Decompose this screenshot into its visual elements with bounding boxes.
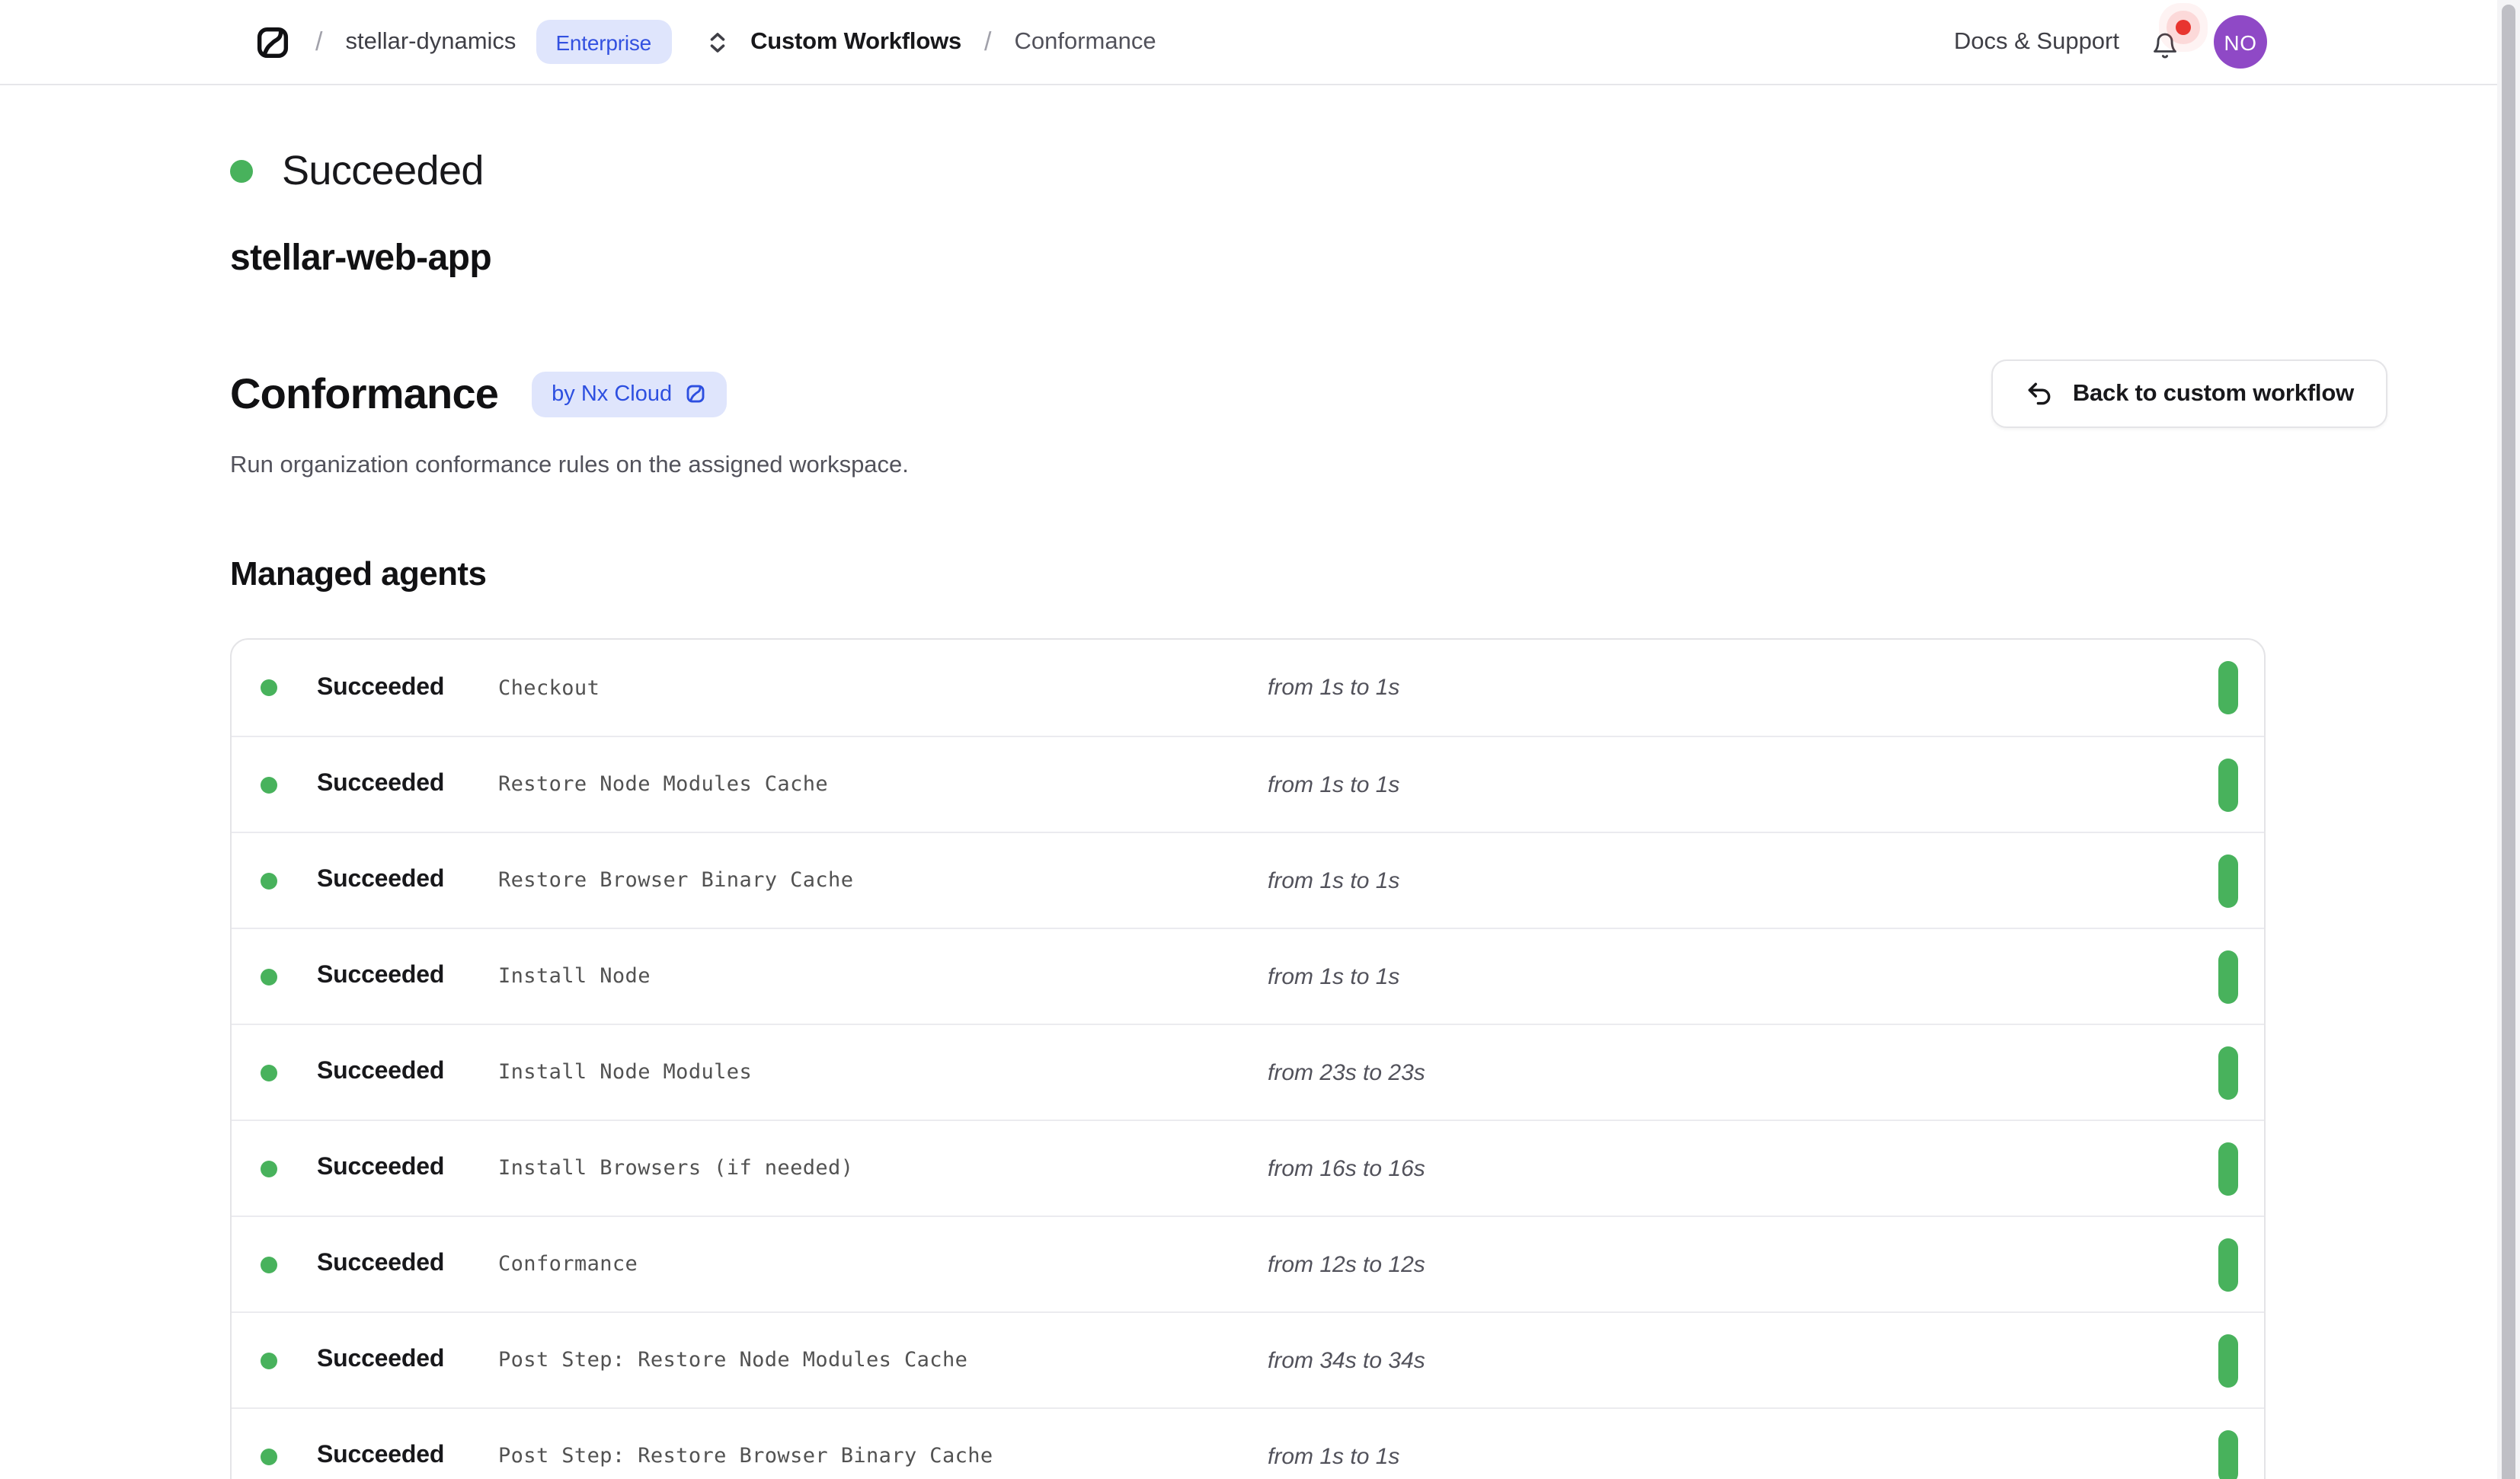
status-dot-icon	[261, 872, 277, 889]
page-title: stellar-web-app	[230, 238, 2387, 280]
agent-row[interactable]: Succeeded Checkout from 1s to 1s	[232, 640, 2264, 736]
agent-duration-bar	[2218, 1142, 2238, 1195]
agent-step-name: Post Step: Restore Node Modules Cache	[498, 1348, 1268, 1372]
main-content: Succeeded stellar-web-app Conformance by…	[0, 85, 2520, 1479]
breadcrumb-separator: /	[981, 27, 994, 57]
managed-agents-list: Succeeded Checkout from 1s to 1s Succeed…	[230, 638, 2266, 1479]
nx-cloud-logo-icon	[684, 382, 707, 405]
workflow-title: Conformance	[230, 368, 498, 420]
breadcrumb-org[interactable]: stellar-dynamics	[345, 28, 516, 56]
breadcrumb-separator: /	[312, 27, 325, 57]
agent-step-name: Restore Node Modules Cache	[498, 772, 1268, 797]
breadcrumb-section[interactable]: Custom Workflows	[750, 28, 961, 56]
agent-status: Succeeded	[317, 1346, 498, 1374]
agent-timing: from 16s to 16s	[1268, 1155, 1425, 1181]
agent-status: Succeeded	[317, 1059, 498, 1086]
top-nav: / stellar-dynamics Enterprise Custom Wor…	[0, 0, 2520, 85]
agent-duration-bar	[2218, 1238, 2238, 1291]
back-to-custom-workflow-button[interactable]: Back to custom workflow	[1992, 359, 2387, 428]
agent-step-name: Install Node	[498, 964, 1268, 989]
agent-row[interactable]: Succeeded Install Node Modules from 23s …	[232, 1024, 2264, 1120]
status-dot-icon	[261, 968, 277, 985]
scrollbar-track[interactable]	[2497, 0, 2520, 1479]
breadcrumb: / stellar-dynamics Enterprise Custom Wor…	[253, 20, 1156, 64]
agent-status: Succeeded	[317, 963, 498, 990]
agent-row[interactable]: Succeeded Conformance from 12s to 12s	[232, 1215, 2264, 1311]
agent-status: Succeeded	[317, 1251, 498, 1278]
scrollbar-thumb[interactable]	[2502, 5, 2515, 1479]
notification-dot	[2176, 19, 2191, 34]
agent-duration-bar	[2218, 758, 2238, 811]
agent-timing: from 34s to 34s	[1268, 1347, 1425, 1373]
agent-timing: from 1s to 1s	[1268, 963, 1399, 989]
agent-status: Succeeded	[317, 771, 498, 798]
status-dot-icon	[230, 159, 253, 182]
notifications-button[interactable]	[2151, 25, 2182, 59]
status-dot-icon	[261, 1256, 277, 1273]
provider-badge-label: by Nx Cloud	[552, 382, 672, 406]
agent-timing: from 1s to 1s	[1268, 771, 1399, 797]
page: / stellar-dynamics Enterprise Custom Wor…	[0, 0, 2520, 1479]
agent-step-name: Restore Browser Binary Cache	[498, 868, 1268, 893]
status-dot-icon	[261, 1064, 277, 1081]
avatar[interactable]: NO	[2214, 15, 2267, 69]
back-button-label: Back to custom workflow	[2073, 380, 2354, 407]
run-status-label: Succeeded	[282, 147, 484, 194]
agent-status: Succeeded	[317, 674, 498, 701]
workflow-description: Run organization conformance rules on th…	[230, 449, 2387, 483]
nx-cloud-logo-icon[interactable]	[253, 22, 293, 62]
plan-badge: Enterprise	[536, 20, 671, 64]
status-dot-icon	[261, 679, 277, 696]
undo-arrow-icon	[2026, 379, 2055, 408]
bell-icon	[2151, 31, 2179, 59]
agent-row[interactable]: Succeeded Install Browsers (if needed) f…	[232, 1120, 2264, 1215]
nav-actions: Docs & Support NO	[1954, 15, 2267, 69]
agent-step-name: Conformance	[498, 1252, 1268, 1276]
breadcrumb-page: Conformance	[1015, 28, 1156, 56]
managed-agents-heading: Managed agents	[230, 553, 2387, 596]
workflow-header: Conformance by Nx Cloud Back to custom w…	[230, 359, 2387, 428]
agent-row[interactable]: Succeeded Post Step: Restore Node Module…	[232, 1311, 2264, 1407]
chevrons-up-down-icon	[703, 28, 731, 56]
agent-duration-bar	[2218, 950, 2238, 1003]
agent-row[interactable]: Succeeded Install Node from 1s to 1s	[232, 928, 2264, 1024]
status-dot-icon	[261, 1352, 277, 1369]
nx-cloud-provider-badge[interactable]: by Nx Cloud	[532, 371, 727, 417]
agent-timing: from 1s to 1s	[1268, 867, 1399, 893]
agent-duration-bar	[2218, 1334, 2238, 1387]
agent-step-name: Post Step: Restore Browser Binary Cache	[498, 1444, 1268, 1468]
agent-status: Succeeded	[317, 867, 498, 894]
agent-step-name: Checkout	[498, 676, 1268, 700]
agent-duration-bar	[2218, 661, 2238, 714]
agent-row[interactable]: Succeeded Post Step: Restore Browser Bin…	[232, 1407, 2264, 1479]
agent-step-name: Install Browsers (if needed)	[498, 1156, 1268, 1180]
agent-status: Succeeded	[317, 1155, 498, 1182]
run-status: Succeeded	[230, 149, 2387, 192]
workspace-switcher-button[interactable]	[703, 28, 731, 56]
agent-status: Succeeded	[317, 1442, 498, 1470]
agent-step-name: Install Node Modules	[498, 1060, 1268, 1084]
status-dot-icon	[261, 776, 277, 793]
status-dot-icon	[261, 1160, 277, 1177]
docs-support-link[interactable]: Docs & Support	[1954, 28, 2119, 56]
agent-duration-bar	[2218, 854, 2238, 907]
agent-duration-bar	[2218, 1046, 2238, 1099]
agent-timing: from 1s to 1s	[1268, 1443, 1399, 1469]
agent-duration-bar	[2218, 1429, 2238, 1479]
agent-timing: from 12s to 12s	[1268, 1251, 1425, 1277]
agent-row[interactable]: Succeeded Restore Browser Binary Cache f…	[232, 832, 2264, 928]
agent-row[interactable]: Succeeded Restore Node Modules Cache fro…	[232, 736, 2264, 832]
agent-timing: from 23s to 23s	[1268, 1059, 1425, 1085]
agent-timing: from 1s to 1s	[1268, 675, 1399, 701]
status-dot-icon	[261, 1448, 277, 1465]
